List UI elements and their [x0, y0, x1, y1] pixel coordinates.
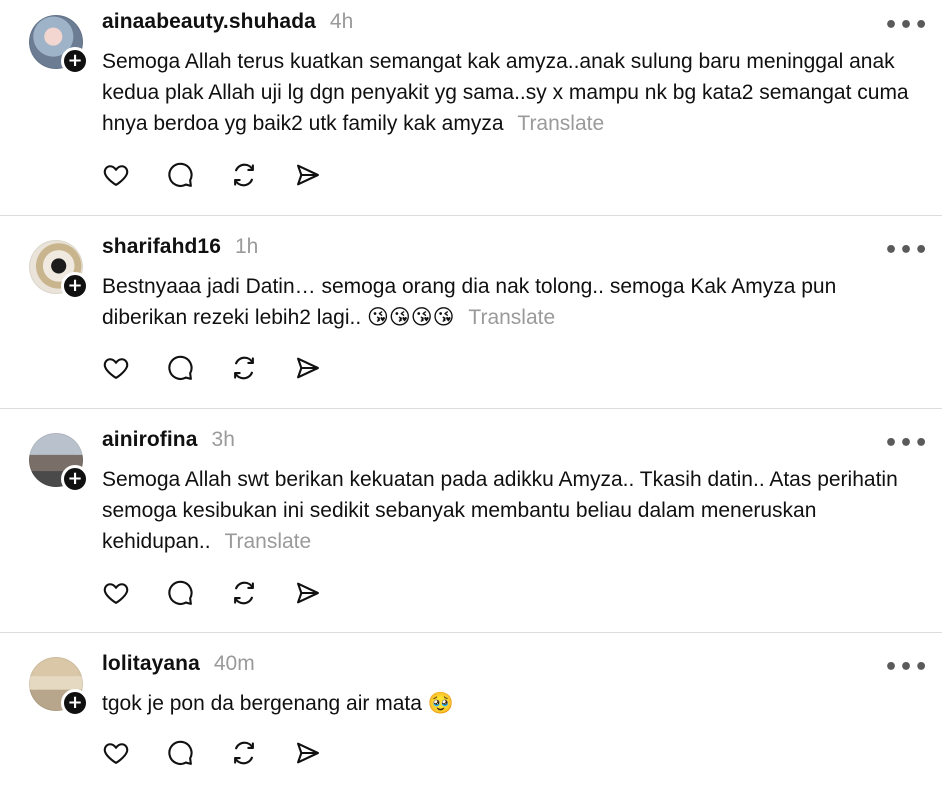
repost-icon [234, 163, 254, 187]
comment-icon [168, 740, 193, 766]
avatar-container[interactable]: + [29, 433, 89, 493]
send-icon [297, 582, 319, 604]
comment-button[interactable] [164, 737, 196, 769]
repost-icon [234, 581, 254, 605]
action-bar [100, 352, 324, 384]
repost-button[interactable] [228, 352, 260, 384]
share-button[interactable] [292, 577, 324, 609]
post-text: tgok je pon da bergenang air mata 🥹 [102, 688, 917, 719]
post-text: Semoga Allah swt berikan kekuatan pada a… [102, 464, 917, 557]
comment-button[interactable] [164, 577, 196, 609]
avatar-container[interactable]: + [29, 15, 89, 75]
follow-plus-icon[interactable]: + [61, 272, 89, 300]
action-bar [100, 737, 324, 769]
post-header: ainirofina 3h [102, 428, 235, 458]
post-header: lolitayana 40m [102, 652, 255, 682]
heart-icon [103, 583, 129, 604]
avatar-container[interactable]: + [29, 657, 89, 717]
post-header: sharifahd16 1h [102, 235, 258, 265]
post: + ainaabeauty.shuhada 4h ••• Semoga Alla… [0, 0, 942, 215]
more-options-icon[interactable]: ••• [884, 657, 928, 679]
username[interactable]: lolitayana [102, 652, 200, 676]
like-button[interactable] [100, 159, 132, 191]
send-icon [297, 357, 319, 379]
comment-icon [168, 162, 193, 188]
post: + lolitayana 40m ••• tgok je pon da berg… [0, 633, 942, 790]
timestamp: 40m [213, 652, 255, 675]
avatar-container[interactable]: + [29, 240, 89, 300]
post-text: Bestnyaaa jadi Datin… semoga orang dia n… [102, 271, 917, 333]
comment-button[interactable] [164, 352, 196, 384]
username[interactable]: sharifahd16 [102, 235, 221, 259]
more-options-icon[interactable]: ••• [884, 240, 928, 262]
heart-icon [103, 165, 129, 186]
comment-button[interactable] [164, 159, 196, 191]
post-body: Semoga Allah terus kuatkan semangat kak … [102, 50, 909, 135]
heart-icon [103, 743, 129, 764]
repost-icon [234, 741, 254, 765]
more-options-icon[interactable]: ••• [884, 433, 928, 455]
follow-plus-icon[interactable]: + [61, 47, 89, 75]
username[interactable]: ainaabeauty.shuhada [102, 10, 316, 34]
like-button[interactable] [100, 352, 132, 384]
follow-plus-icon[interactable]: + [61, 465, 89, 493]
post-text: Semoga Allah terus kuatkan semangat kak … [102, 46, 917, 139]
post-header: ainaabeauty.shuhada 4h [102, 10, 353, 40]
timestamp: 4h [329, 10, 354, 33]
post: + sharifahd16 1h ••• Bestnyaaa jadi Dati… [0, 216, 942, 408]
translate-link[interactable]: Translate [517, 112, 604, 135]
timestamp: 1h [234, 235, 259, 258]
timestamp: 3h [211, 428, 235, 451]
follow-plus-icon[interactable]: + [61, 689, 89, 717]
comment-icon [168, 355, 193, 381]
more-options-icon[interactable]: ••• [884, 15, 928, 37]
comments-feed: + ainaabeauty.shuhada 4h ••• Semoga Alla… [0, 0, 942, 790]
share-button[interactable] [292, 352, 324, 384]
action-bar [100, 159, 324, 191]
repost-button[interactable] [228, 737, 260, 769]
repost-button[interactable] [228, 577, 260, 609]
like-button[interactable] [100, 577, 132, 609]
repost-button[interactable] [228, 159, 260, 191]
share-button[interactable] [292, 159, 324, 191]
share-button[interactable] [292, 737, 324, 769]
translate-link[interactable]: Translate [224, 530, 311, 553]
heart-icon [103, 358, 129, 379]
send-icon [297, 742, 319, 764]
send-icon [297, 164, 319, 186]
post-body: Semoga Allah swt berikan kekuatan pada a… [102, 468, 898, 553]
post: + ainirofina 3h ••• Semoga Allah swt ber… [0, 409, 942, 632]
username[interactable]: ainirofina [102, 428, 198, 452]
translate-link[interactable]: Translate [468, 306, 555, 329]
comment-icon [168, 580, 193, 606]
post-body: tgok je pon da bergenang air mata 🥹 [102, 692, 454, 715]
like-button[interactable] [100, 737, 132, 769]
action-bar [100, 577, 324, 609]
repost-icon [234, 356, 254, 380]
